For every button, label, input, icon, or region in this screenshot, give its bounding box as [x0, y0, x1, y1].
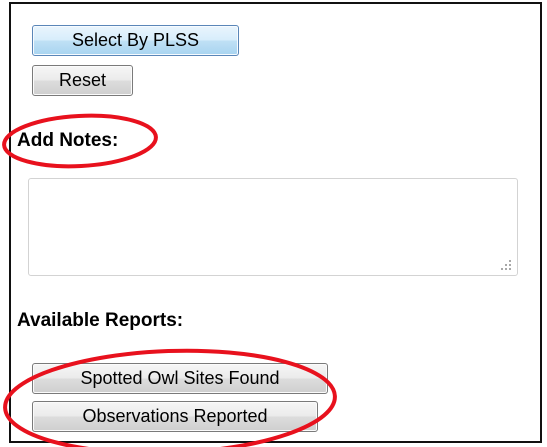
available-reports-label: Available Reports:: [17, 310, 184, 331]
notes-textarea[interactable]: [28, 178, 518, 276]
reset-button[interactable]: Reset: [32, 65, 133, 96]
select-by-plss-button[interactable]: Select By PLSS: [32, 25, 239, 56]
observations-reported-button[interactable]: Observations Reported: [32, 401, 318, 432]
resize-grip-icon[interactable]: [500, 259, 512, 271]
spotted-owl-sites-found-button[interactable]: Spotted Owl Sites Found: [32, 363, 328, 394]
add-notes-label: Add Notes:: [17, 130, 119, 151]
